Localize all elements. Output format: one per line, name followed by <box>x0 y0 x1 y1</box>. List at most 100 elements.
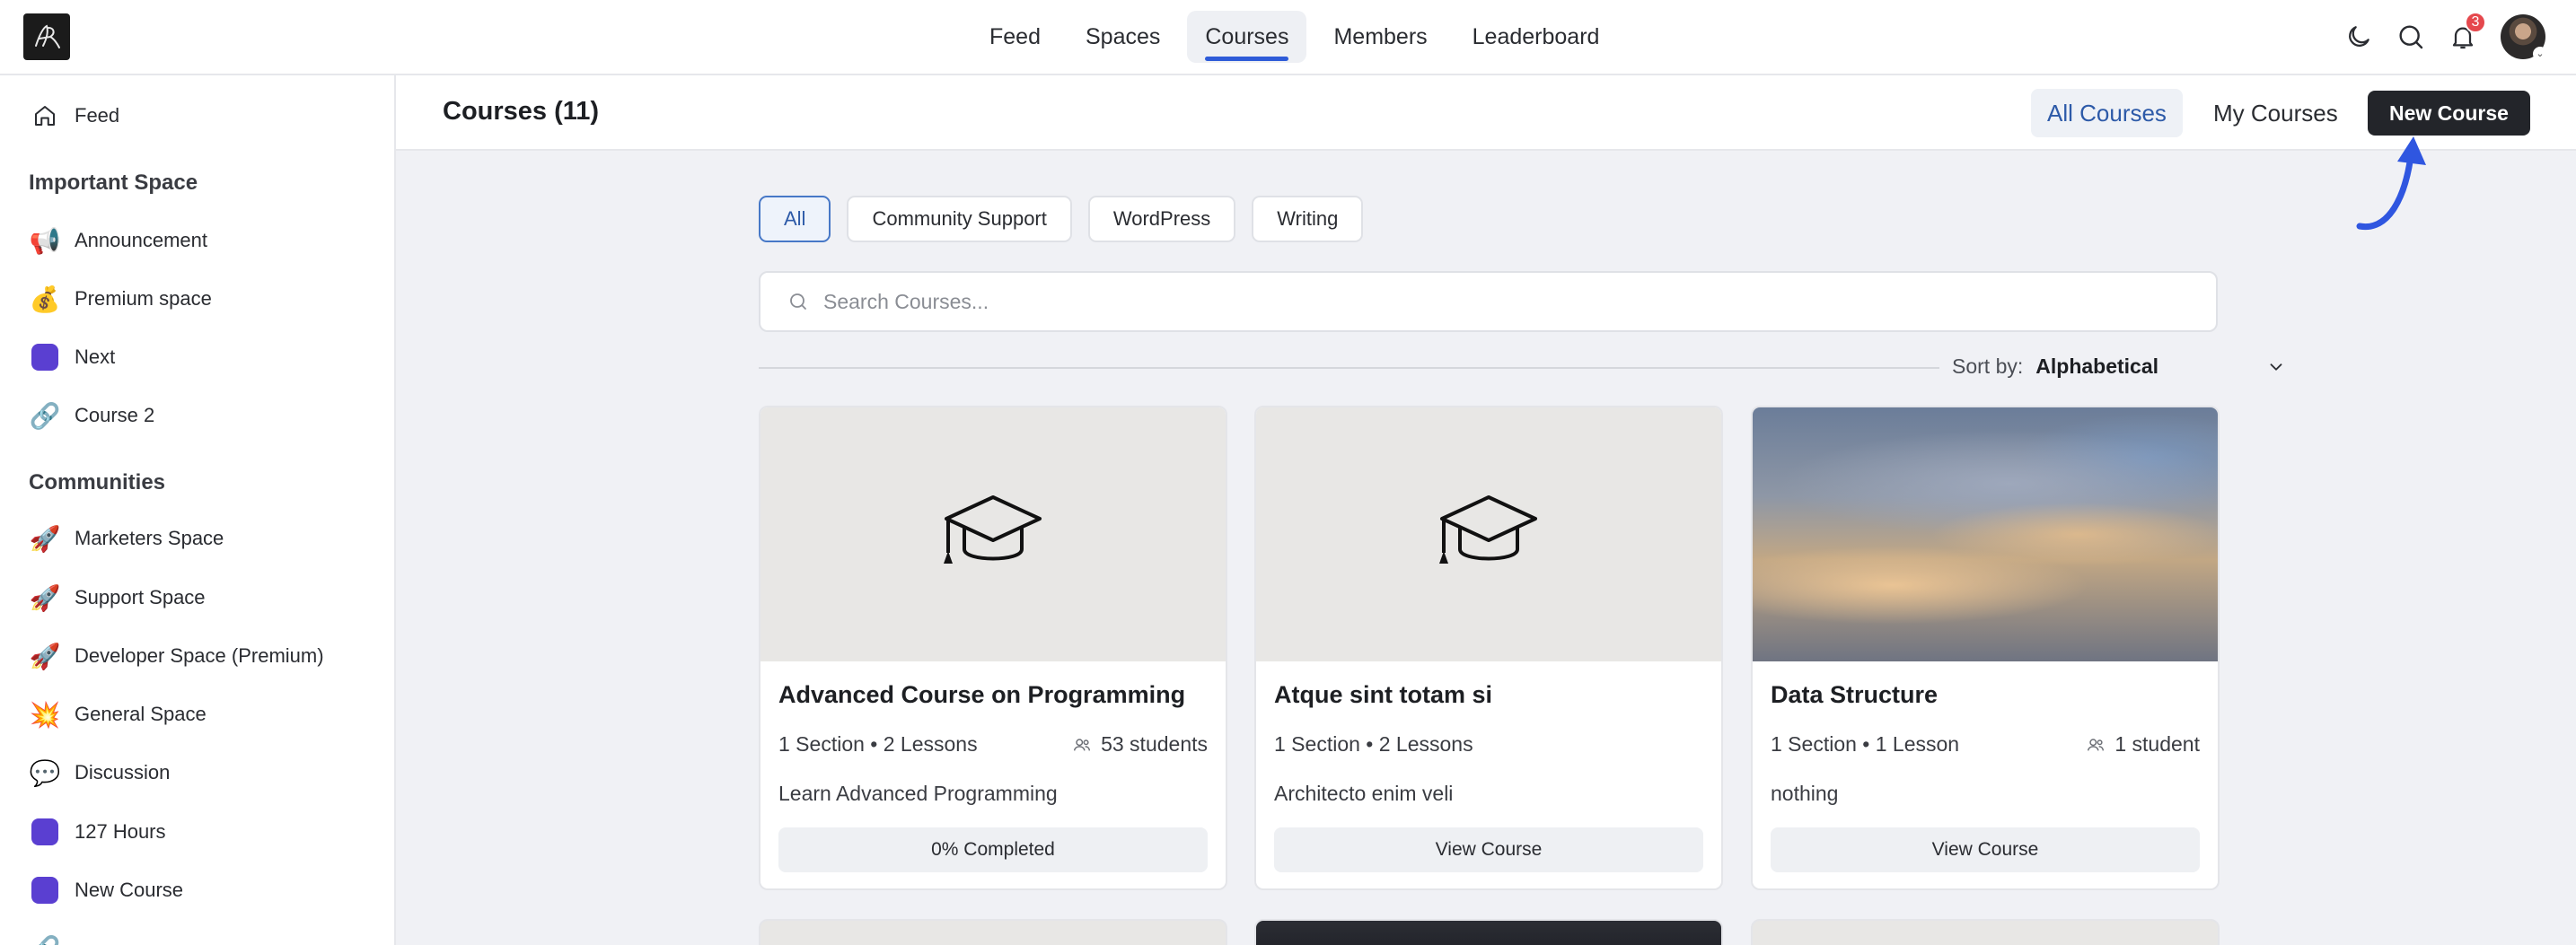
top-bar: Feed Spaces Courses Members Leaderboard … <box>0 0 2576 75</box>
search-input[interactable] <box>823 289 2170 314</box>
course-meta: 1 Section • 1 Lesson <box>1771 732 1960 756</box>
home-icon <box>29 100 61 132</box>
course-description: nothing <box>1771 782 1839 805</box>
sort-dropdown[interactable]: Sort by: Alphabetical <box>1952 354 2286 379</box>
sidebar-item-label: Developer Space (Premium) <box>75 644 324 667</box>
course-title[interactable]: Advanced Course on Programming <box>778 681 1185 709</box>
graduation-cap-icon <box>1439 494 1537 564</box>
site-logo[interactable] <box>23 13 70 60</box>
view-course-button[interactable]: View Course <box>1771 827 2200 872</box>
all-courses-tab[interactable]: All Courses <box>2031 89 2183 137</box>
sidebar-item-label: Support Space <box>75 586 206 608</box>
collision-icon: 💥 <box>29 700 61 729</box>
graduation-cap-icon <box>944 494 1042 564</box>
sidebar-item-course-2[interactable]: 🔗 Course 2 <box>29 393 155 438</box>
nav-members[interactable]: Members <box>1315 11 1445 63</box>
main-nav: Feed Spaces Courses Members Leaderboard <box>971 11 1617 63</box>
nav-spaces[interactable]: Spaces <box>1068 11 1178 63</box>
course-card-partial[interactable] <box>1254 919 1723 945</box>
course-description: Architecto enim veli <box>1274 782 1454 805</box>
sidebar-item-developer-space[interactable]: 🚀 Developer Space (Premium) <box>29 634 324 678</box>
sidebar-item-next[interactable]: Next <box>29 335 115 380</box>
search-icon <box>790 293 806 310</box>
nav-leaderboard-label: Leaderboard <box>1472 23 1600 49</box>
page-title: Courses (11) <box>443 97 600 126</box>
purple-square-icon <box>29 341 61 373</box>
course-thumbnail-photo <box>1753 407 2218 661</box>
view-course-button[interactable]: View Course <box>1274 827 1703 872</box>
course-progress-button[interactable]: 0% Completed <box>778 827 1208 872</box>
sidebar-item-announcement[interactable]: 📢 Announcement <box>29 218 207 263</box>
sidebar-item-127-hours[interactable]: 127 Hours <box>29 809 166 854</box>
sidebar-item-general-space[interactable]: 💥 General Space <box>29 692 207 737</box>
rocket-icon: 🚀 <box>29 524 61 553</box>
sidebar-item-discussion[interactable]: 💬 Discussion <box>29 750 171 795</box>
nav-courses-label: Courses <box>1205 23 1289 49</box>
link-icon: 🔗 <box>29 932 61 945</box>
sort-label: Sort by: <box>1952 354 2024 378</box>
purple-square-icon <box>29 874 61 906</box>
course-meta: 1 Section • 2 Lessons <box>1274 732 1473 756</box>
sidebar-item-support-space[interactable]: 🚀 Support Space <box>29 575 206 620</box>
course-card[interactable]: Atque sint totam si 1 Section • 2 Lesson… <box>1254 406 1723 890</box>
bell-icon[interactable]: 3 <box>2449 12 2486 51</box>
filter-all[interactable]: All <box>759 196 831 242</box>
course-description: Learn Advanced Programming <box>778 782 1058 805</box>
top-actions: 3 ⌄ <box>2344 11 2547 63</box>
sidebar-item-label: Marketers Space <box>75 527 224 549</box>
students-count: 53 students <box>1101 732 1208 756</box>
rocket-icon: 🚀 <box>29 642 61 670</box>
chevron-down-icon: ⌄ <box>2533 47 2547 61</box>
megaphone-icon: 📢 <box>29 226 61 255</box>
money-bag-icon: 💰 <box>29 284 61 313</box>
nav-members-label: Members <box>1333 23 1428 49</box>
course-students: 1 student <box>2086 732 2200 757</box>
sidebar-item-label: Next <box>75 346 116 368</box>
nav-feed[interactable]: Feed <box>971 11 1059 63</box>
sidebar-item-label: Discussion <box>75 761 171 783</box>
sidebar-item-label: Premium space <box>75 287 212 310</box>
search-icon[interactable] <box>2396 22 2425 51</box>
sort-value: Alphabetical <box>2035 354 2159 378</box>
sidebar-heading-communities: Communities <box>29 470 166 494</box>
nav-leaderboard[interactable]: Leaderboard <box>1455 11 1618 63</box>
course-card-partial[interactable] <box>1751 919 2220 945</box>
logo-monogram-icon <box>35 24 60 48</box>
sidebar-item-label: General Space <box>75 703 207 725</box>
filter-writing[interactable]: Writing <box>1252 196 1364 242</box>
users-icon <box>2088 738 2105 751</box>
sidebar-item-label: Announcement <box>75 229 207 251</box>
course-title[interactable]: Data Structure <box>1771 681 1938 709</box>
my-courses-tab[interactable]: My Courses <box>2197 89 2354 137</box>
course-card[interactable]: Advanced Course on Programming 1 Section… <box>759 406 1227 890</box>
sidebar-item-label: Feed <box>75 104 120 127</box>
category-filters: All Community Support WordPress Writing <box>759 196 1364 242</box>
sidebar-heading-important: Important Space <box>29 171 198 195</box>
sidebar: Feed Important Space 📢 Announcement 💰 Pr… <box>0 75 396 945</box>
course-thumbnail <box>1256 407 1721 661</box>
sidebar-item-label: 127 Hours <box>75 820 166 843</box>
user-avatar[interactable]: ⌄ <box>2501 14 2547 61</box>
course-thumbnail <box>760 407 1226 661</box>
course-card-partial[interactable] <box>759 919 1227 945</box>
sidebar-item-marketers-space[interactable]: 🚀 Marketers Space <box>29 516 224 561</box>
nav-courses[interactable]: Courses <box>1187 11 1307 63</box>
sidebar-item-new-course[interactable]: New Course <box>29 868 183 913</box>
chevron-down-icon <box>2270 363 2282 371</box>
course-meta: 1 Section • 2 Lessons <box>778 732 978 756</box>
rocket-icon: 🚀 <box>29 583 61 612</box>
users-icon <box>1074 738 1091 751</box>
filter-community-support[interactable]: Community Support <box>847 196 1072 242</box>
sidebar-item-feed[interactable]: Feed <box>29 93 119 138</box>
content-header: Courses (11) All Courses My Courses New … <box>396 75 2576 151</box>
course-title[interactable]: Atque sint totam si <box>1274 681 1492 709</box>
filter-wordpress[interactable]: WordPress <box>1087 196 1236 242</box>
sidebar-item-premium-space[interactable]: 💰 Premium space <box>29 276 212 321</box>
students-count: 1 student <box>2114 732 2200 756</box>
purple-square-icon <box>29 816 61 848</box>
sidebar-item-partial[interactable]: 🔗 <box>29 926 75 945</box>
moon-icon[interactable] <box>2344 22 2373 51</box>
link-icon: 🔗 <box>29 401 61 430</box>
nav-spaces-label: Spaces <box>1085 23 1161 49</box>
course-card[interactable]: Data Structure 1 Section • 1 Lesson 1 st… <box>1751 406 2220 890</box>
